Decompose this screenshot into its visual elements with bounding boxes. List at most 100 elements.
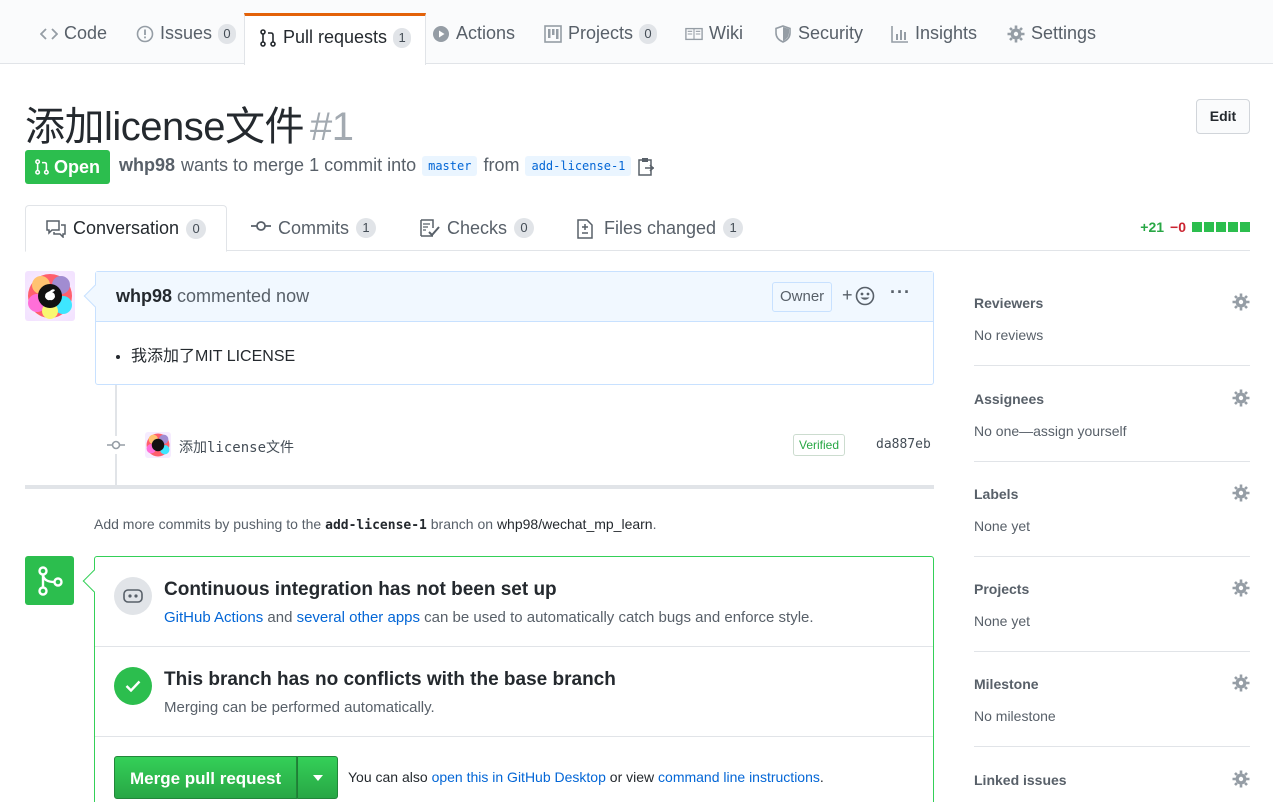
push-hint-middle: branch on: [430, 516, 494, 532]
gear-icon[interactable]: [1232, 674, 1250, 692]
ci-rest-text: can be used to automatically catch bugs …: [424, 609, 814, 626]
tab-conversation[interactable]: Conversation 0: [25, 205, 228, 252]
push-hint: Add more commits by pushing to the add-l…: [94, 516, 656, 533]
nav-tab-label: Security: [798, 23, 864, 43]
nav-tab-pull-requests[interactable]: Pull requests 1: [244, 13, 427, 65]
sidebar-value[interactable]: No one—assign yourself: [974, 423, 1127, 439]
nav-tab-code[interactable]: Code: [40, 13, 107, 64]
nav-tab-label: Actions: [456, 23, 516, 43]
comment-author[interactable]: whp98: [116, 286, 172, 307]
nav-tab-settings[interactable]: Settings: [1007, 13, 1096, 64]
counter-badge: 1: [393, 27, 412, 48]
conflict-title: This branch has no conflicts with the ba…: [164, 669, 616, 690]
tab-checks[interactable]: Checks 0: [420, 205, 535, 251]
github-desktop-link[interactable]: open this in GitHub Desktop: [432, 769, 606, 785]
commit-message[interactable]: 添加license文件: [179, 437, 294, 457]
sidebar-milestone: Milestone No milestone: [974, 674, 1250, 747]
owner-label: Owner: [772, 282, 833, 312]
gear-icon[interactable]: [1232, 484, 1250, 502]
other-apps-link[interactable]: several other apps: [297, 609, 420, 626]
merge-alt-prefix: You can also: [348, 769, 428, 785]
gear-icon[interactable]: [1232, 389, 1250, 407]
merge-alt-suffix: .: [819, 769, 824, 785]
merge-text: wants to merge 1 commit into: [181, 155, 417, 175]
nav-tab-wiki[interactable]: Wiki: [685, 13, 743, 64]
sidebar-heading[interactable]: Reviewers: [974, 295, 1043, 311]
sidebar-projects: Projects None yet: [974, 579, 1250, 652]
check-icon: [114, 667, 152, 705]
counter-badge: 0: [186, 218, 207, 239]
counter-badge: 0: [639, 23, 658, 44]
clipboard-icon[interactable]: [637, 157, 655, 176]
comment-card: whp98 commented now Owner + ··· 我添加了MIT …: [83, 271, 934, 385]
diffstat-blocks: [1192, 222, 1250, 232]
merge-box: Continuous integration has not been set …: [82, 556, 934, 802]
code-icon: [40, 25, 58, 43]
graph-icon: [891, 25, 909, 43]
kebab-menu-icon[interactable]: ···: [890, 282, 911, 303]
commit-sha[interactable]: da887eb: [876, 437, 931, 452]
commit-icon: [251, 219, 271, 237]
author-link[interactable]: whp98: [119, 155, 175, 176]
counter-badge: 1: [723, 218, 744, 238]
comment-time[interactable]: commented now: [177, 286, 309, 307]
status-badge: Open: [25, 150, 111, 184]
git-merge-icon: [25, 556, 74, 605]
sidebar-heading[interactable]: Labels: [974, 486, 1018, 502]
robot-icon: [114, 577, 152, 615]
timeline-commit: 添加license文件 Verified da887eb: [107, 430, 934, 460]
merge-pull-request-button[interactable]: Merge pull request: [114, 756, 298, 799]
tab-commits[interactable]: Commits 1: [251, 205, 376, 251]
status-label: Open: [54, 156, 101, 177]
sidebar-value: No milestone: [974, 708, 1056, 724]
verified-badge[interactable]: Verified: [793, 434, 846, 456]
head-branch[interactable]: add-license-1: [525, 155, 632, 176]
nav-tab-actions[interactable]: Actions: [432, 13, 515, 64]
edit-button[interactable]: Edit: [1196, 99, 1250, 134]
base-branch[interactable]: master: [422, 155, 478, 176]
issue-icon: [136, 25, 154, 43]
gear-icon[interactable]: [1232, 293, 1250, 311]
avatar[interactable]: [25, 271, 75, 321]
command-line-link[interactable]: command line instructions: [658, 769, 820, 785]
sidebar-heading[interactable]: Milestone: [974, 676, 1039, 692]
book-icon: [685, 25, 703, 43]
checklist-icon: [420, 219, 440, 237]
repo-nav: Code Issues 0 Pull requests 1 Actions Pr…: [0, 0, 1273, 65]
smiley-icon: [855, 286, 874, 305]
counter-badge: 1: [356, 218, 376, 238]
add-reaction-button[interactable]: +: [842, 285, 875, 306]
comment-body: 我添加了MIT LICENSE: [96, 322, 933, 366]
sidebar-value: None yet: [974, 518, 1031, 534]
comment-header: whp98 commented now Owner + ···: [83, 272, 933, 322]
conflict-subtitle: Merging can be performed automatically.: [164, 699, 435, 716]
comment-discussion-icon: [46, 219, 66, 238]
nav-tab-security[interactable]: Security: [774, 13, 863, 64]
project-icon: [544, 24, 562, 43]
github-actions-link[interactable]: GitHub Actions: [164, 609, 263, 626]
additions-count: +21: [1140, 219, 1165, 235]
gear-icon[interactable]: [1232, 579, 1250, 597]
push-hint-branch: add-license-1: [325, 518, 427, 533]
sidebar-heading[interactable]: Projects: [974, 581, 1029, 597]
counter-badge: 0: [514, 218, 535, 238]
commit-avatar[interactable]: [145, 432, 171, 458]
counter-badge: 0: [218, 23, 237, 44]
tab-files-changed[interactable]: Files changed 1: [577, 205, 744, 251]
nav-tab-issues[interactable]: Issues 0: [136, 13, 237, 64]
triangle-down-icon: [312, 774, 323, 781]
nav-tab-label: Settings: [1031, 23, 1097, 43]
sidebar-heading[interactable]: Linked issues: [974, 772, 1067, 788]
gear-icon[interactable]: [1232, 770, 1250, 788]
sidebar-heading[interactable]: Assignees: [974, 391, 1044, 407]
nav-tab-insights[interactable]: Insights: [891, 13, 977, 64]
commit-icon: [107, 436, 125, 454]
push-hint-repo[interactable]: whp98/wechat_mp_learn: [497, 516, 653, 532]
merge-alt-mid: or view: [609, 769, 655, 785]
tab-label: Checks: [447, 217, 508, 238]
ci-section: Continuous integration has not been set …: [95, 557, 933, 647]
sidebar-reviewers: Reviewers No reviews: [974, 293, 1250, 366]
nav-tab-projects[interactable]: Projects 0: [544, 13, 658, 64]
merge-method-dropdown[interactable]: [297, 756, 339, 799]
shield-icon: [774, 24, 792, 43]
